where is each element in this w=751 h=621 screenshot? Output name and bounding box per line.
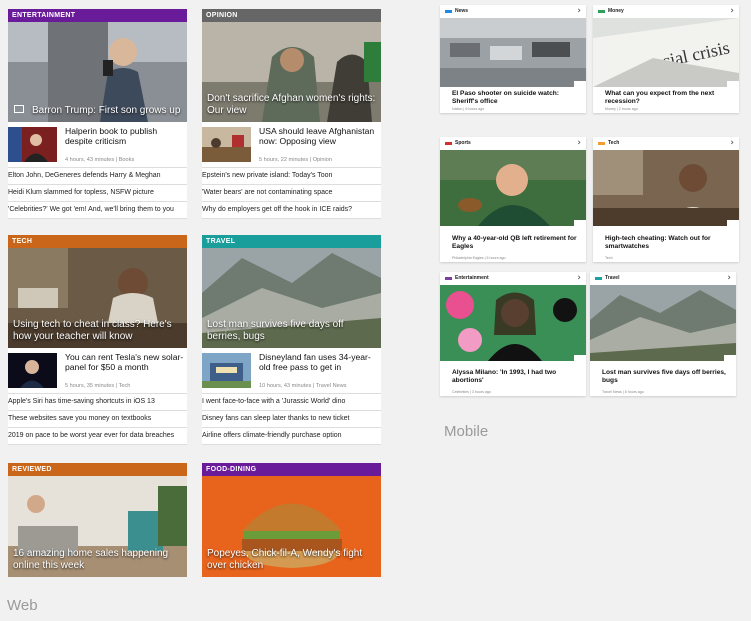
headline-link[interactable]: Why do employers get off the hook in ICE…: [202, 202, 381, 219]
web-food-section: FOOD-DINING Popeyes, Chick-fil-A, Wendy'…: [202, 463, 381, 577]
section-header-travel[interactable]: TRAVEL: [202, 235, 381, 248]
headline-link[interactable]: Heidi Klum slammed for topless, NSFW pic…: [8, 185, 187, 202]
headline-link[interactable]: 'Water bears' are not contaminating spac…: [202, 185, 381, 202]
category-label: Entertainment: [455, 275, 489, 281]
mobile-card-sports[interactable]: Sports › Why a 40-year-old QB left retire…: [440, 137, 586, 262]
headline-link[interactable]: I went face-to-face with a 'Jurassic Wor…: [202, 394, 381, 411]
card-title: High-tech cheating: Watch out for smartw…: [605, 235, 711, 250]
card-image: [440, 150, 586, 226]
web-opinion-section: OPINION Don't sacrifice Afghan women's r…: [202, 9, 381, 219]
sub-story-meta: 5 hours, 35 minutes | Tech: [65, 383, 131, 389]
card-meta: Tech: [605, 256, 613, 260]
section-header-opinion[interactable]: OPINION: [202, 9, 381, 22]
headline-link[interactable]: 'Celebrities?' We got 'em! And, we'll br…: [8, 202, 187, 219]
section-header-entertainment[interactable]: ENTERTAINMENT: [8, 9, 187, 22]
sub-story-meta: 4 hours, 43 minutes | Books: [65, 157, 135, 163]
card-image: ncial crisis: [593, 18, 739, 87]
category-label: News: [455, 8, 469, 14]
hero-opinion[interactable]: Don't sacrifice Afghan women's rights: O…: [202, 22, 381, 122]
section-header-food-dining[interactable]: FOOD-DINING: [202, 463, 381, 476]
hero-caption: Barron Trump: First son grows up: [32, 104, 181, 116]
sub-story-thumbnail: [8, 353, 57, 388]
mobile-label: Mobile: [444, 423, 489, 440]
category-color-bar: [445, 10, 452, 13]
hero-tech[interactable]: Using tech to cheat in class? Here's how…: [8, 248, 187, 348]
headline-link[interactable]: These websites save you money on textboo…: [8, 411, 187, 428]
hero-entertainment[interactable]: Barron Trump: First son grows up: [8, 22, 187, 122]
chevron-right-icon[interactable]: ›: [730, 137, 734, 149]
web-tech-section: TECH Using tech to cheat in class? Here'…: [8, 235, 187, 445]
card-meta: Celebrities | 3 hours ago: [452, 390, 491, 394]
hero-reviewed[interactable]: 16 amazing home sales happening online t…: [8, 476, 187, 577]
headline-link[interactable]: 2019 on pace to be worst year ever for d…: [8, 428, 187, 445]
category-label: Tech: [608, 140, 620, 146]
web-entertainment-section: ENTERTAINMENT Barron Trump: First son gr…: [8, 9, 187, 219]
web-reviewed-section: REVIEWED 16 amazing home sales happening…: [8, 463, 187, 577]
sub-story-title: You can rent Tesla's new solar-panel for…: [65, 352, 184, 372]
card-meta: Travel News | 6 hours ago: [602, 390, 644, 394]
web-label: Web: [7, 597, 38, 614]
card-title: Lost man survives five days off berries,…: [602, 369, 726, 384]
sub-story-title: Halperin book to publish despite critici…: [65, 126, 158, 146]
card-image: [593, 150, 739, 226]
category-color-bar: [445, 277, 452, 280]
card-image: [440, 18, 586, 87]
mobile-card-travel[interactable]: Travel › Lost man survives five days off …: [590, 272, 736, 396]
sub-story[interactable]: Disneyland fan uses 34-year-old free pas…: [202, 348, 381, 394]
sub-story-title: Disneyland fan uses 34-year-old free pas…: [259, 352, 371, 372]
section-header-reviewed[interactable]: REVIEWED: [8, 463, 187, 476]
hero-caption: 16 amazing home sales happening online t…: [13, 548, 169, 571]
sub-story[interactable]: You can rent Tesla's new solar-panel for…: [8, 348, 187, 394]
comparison-canvas: ENTERTAINMENT Barron Trump: First son gr…: [0, 0, 751, 621]
category-label: Travel: [605, 275, 620, 281]
hero-caption: Lost man survives five days off berries,…: [207, 319, 344, 342]
hero-caption: Don't sacrifice Afghan women's rights: O…: [207, 93, 376, 116]
category-color-bar: [595, 277, 602, 280]
sub-story-meta: 10 hours, 43 minutes | Travel News: [259, 383, 347, 389]
card-image: [440, 285, 586, 361]
category-label: Sports: [455, 140, 471, 146]
sub-story-thumbnail: [202, 127, 251, 162]
chevron-right-icon[interactable]: ›: [727, 272, 731, 284]
hero-caption: Popeyes, Chick-fil-A, Wendy's fight over…: [207, 548, 363, 571]
chevron-right-icon[interactable]: ›: [577, 272, 581, 284]
mobile-card-news[interactable]: News › El Paso shooter on suicide watch: …: [440, 5, 586, 113]
sub-story-title: USA should leave Afghanistan now: Opposi…: [259, 126, 375, 146]
sub-story[interactable]: USA should leave Afghanistan now: Opposi…: [202, 122, 381, 168]
category-color-bar: [598, 142, 605, 145]
headline-link[interactable]: Disney fans can sleep later thanks to ne…: [202, 411, 381, 428]
card-meta: Philadelphia Eagles | 6 hours ago: [452, 256, 506, 260]
category-color-bar: [445, 142, 452, 145]
web-travel-section: TRAVEL Lost man survives five days off b…: [202, 235, 381, 445]
headline-link[interactable]: Elton John, DeGeneres defends Harry & Me…: [8, 168, 187, 185]
mobile-card-money[interactable]: Money › ncial crisis What can you expect …: [593, 5, 739, 113]
card-meta: Money | 2 hours ago: [605, 107, 638, 111]
hero-caption: Using tech to cheat in class? Here's how…: [13, 319, 172, 342]
hero-travel[interactable]: Lost man survives five days off berries,…: [202, 248, 381, 348]
category-label: Money: [608, 8, 624, 14]
category-color-bar: [598, 10, 605, 13]
card-title: Alyssa Milano: 'In 1993, I had two abort…: [452, 369, 557, 384]
card-title: El Paso shooter on suicide watch: Sherif…: [452, 90, 559, 105]
sub-story-thumbnail: [202, 353, 251, 388]
card-title: Why a 40-year-old QB left retirement for…: [452, 235, 577, 250]
photo-gallery-icon: [14, 105, 24, 113]
mobile-card-tech[interactable]: Tech › High-tech cheating: Watch out for …: [593, 137, 739, 262]
card-image: [590, 285, 736, 361]
hero-food[interactable]: Popeyes, Chick-fil-A, Wendy's fight over…: [202, 476, 381, 577]
card-title: What can you expect from the next recess…: [605, 90, 715, 105]
chevron-right-icon[interactable]: ›: [577, 137, 581, 149]
card-meta: Nation | 6 hours ago: [452, 107, 485, 111]
chevron-right-icon[interactable]: ›: [577, 5, 581, 17]
mobile-card-entertainment[interactable]: Entertainment › Alyssa Milano: 'In 1993, …: [440, 272, 586, 396]
chevron-right-icon[interactable]: ›: [730, 5, 734, 17]
headline-link[interactable]: Epstein's new private island: Today's To…: [202, 168, 381, 185]
section-header-tech[interactable]: TECH: [8, 235, 187, 248]
sub-story-thumbnail: [8, 127, 57, 162]
headline-link[interactable]: Apple's Siri has time-saving shortcuts i…: [8, 394, 187, 411]
sub-story[interactable]: Halperin book to publish despite critici…: [8, 122, 187, 168]
sub-story-meta: 5 hours, 22 minutes | Opinion: [259, 157, 332, 163]
headline-link[interactable]: Airline offers climate-friendly purchase…: [202, 428, 381, 445]
